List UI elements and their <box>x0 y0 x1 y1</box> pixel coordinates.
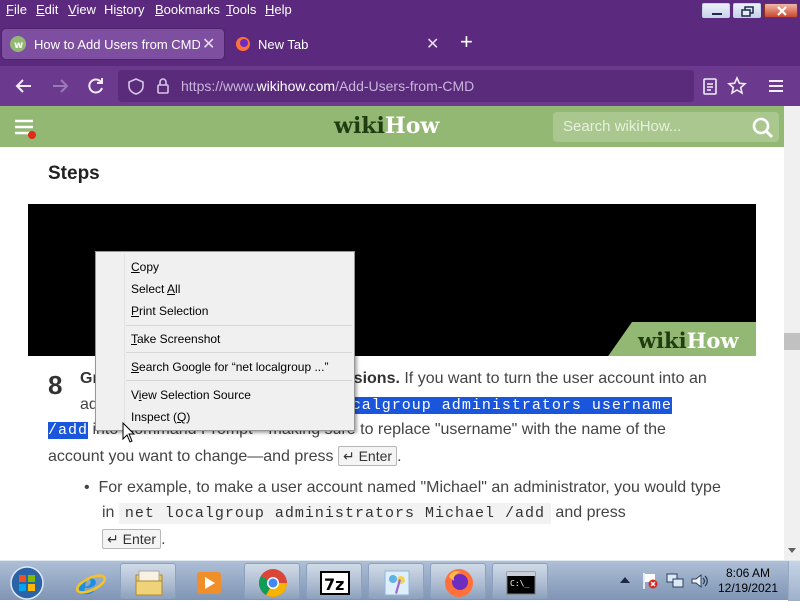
context-select-all[interactable]: Select All <box>131 282 180 296</box>
show-hidden-icons-icon[interactable] <box>620 576 630 584</box>
enter-key: ↵ Enter <box>337 446 398 466</box>
tab-title: New Tab <box>258 37 309 52</box>
start-orb <box>10 566 44 600</box>
firefox-icon <box>235 36 251 52</box>
search-placeholder: Search wikiHow... <box>563 118 682 135</box>
mouse-cursor-icon <box>122 422 136 443</box>
context-take-screenshot[interactable]: Take Screenshot <box>131 332 220 346</box>
tab-new-tab[interactable]: New Tab ✕ <box>226 29 444 59</box>
network-icon[interactable] <box>666 572 684 590</box>
menu-separator <box>126 325 352 326</box>
menu-edit[interactable]: Edit <box>36 2 58 17</box>
cmd-icon: C:\_ <box>506 571 536 595</box>
menu-gutter <box>124 254 125 428</box>
context-search-google[interactable]: Search Google for “net localgroup ...” <box>131 360 328 374</box>
tab-wikihow[interactable]: w How to Add Users from CMD: 8 ✕ <box>2 29 224 59</box>
menu-tools[interactable]: Tools <box>226 2 256 17</box>
paint-icon <box>384 570 410 596</box>
minimize-button[interactable] <box>702 3 730 18</box>
url-bar[interactable]: https://www.wikihow.com/Add-Users-from-C… <box>118 70 694 102</box>
taskbar-file-explorer[interactable] <box>120 563 176 599</box>
wikihow-watermark: wikiHow <box>638 328 739 353</box>
firefox-icon <box>445 569 473 597</box>
tab-strip: w How to Add Users from CMD: 8 ✕ New Tab… <box>0 20 800 66</box>
menu-separator <box>126 352 352 353</box>
taskbar-media-player[interactable] <box>180 563 236 599</box>
media-player-icon <box>197 572 221 594</box>
svg-text:w: w <box>14 40 23 51</box>
lock-icon[interactable] <box>156 77 170 95</box>
step-number: 8 <box>48 370 63 400</box>
page-scrollbar[interactable] <box>784 106 800 560</box>
taskbar-firefox[interactable] <box>430 563 486 599</box>
clock-time: 8:06 AM <box>725 566 771 580</box>
bookmark-star-icon[interactable] <box>727 76 747 96</box>
bullet-line-2: in net localgroup administrators Michael… <box>102 503 626 524</box>
taskbar-cmd[interactable]: C:\_ <box>492 563 548 599</box>
taskbar: e 7z C:\_ 8:06 AM 12/19/2021 <box>0 560 800 601</box>
step-text-line-4: account you want to change—and press ↵ E… <box>48 446 402 466</box>
menu-bookmarks[interactable]: Bookmarks <box>155 2 220 17</box>
steps-heading: Steps <box>48 163 100 184</box>
bullet-item: • For example, to make a user account na… <box>84 479 721 496</box>
wikihow-logo[interactable]: wikiHow <box>334 113 439 139</box>
svg-text:C:\_: C:\_ <box>510 579 529 588</box>
minimize-icon <box>712 13 722 15</box>
taskbar-7zip[interactable]: 7z <box>306 563 362 599</box>
menu-help[interactable]: Help <box>265 2 292 17</box>
wikihow-favicon: w <box>10 36 26 52</box>
taskbar-internet-explorer[interactable]: e <box>62 563 118 599</box>
tab-title: How to Add Users from CMD: 8 <box>34 37 200 52</box>
selected-code[interactable]: calgroup administrators username <box>351 397 672 414</box>
bullet-line-3: ↵ Enter. <box>102 527 166 553</box>
chrome-icon <box>259 569 287 597</box>
volume-icon[interactable] <box>690 572 708 590</box>
url-text: https://www.wikihow.com/Add-Users-from-C… <box>181 78 475 94</box>
menu-file[interactable]: File <box>6 2 27 17</box>
close-window-button[interactable] <box>764 3 798 18</box>
start-button[interactable] <box>0 563 52 600</box>
7zip-icon: 7z <box>320 571 350 595</box>
navigation-bar: https://www.wikihow.com/Add-Users-from-C… <box>0 66 800 106</box>
tab-close-icon[interactable]: ✕ <box>426 34 439 54</box>
internet-explorer-icon: e <box>75 567 107 599</box>
menu-bar: File Edit View History Bookmarks Tools H… <box>0 0 800 20</box>
new-tab-button[interactable]: + <box>460 31 473 53</box>
back-icon[interactable] <box>14 76 34 96</box>
menu-history[interactable]: History <box>104 2 144 17</box>
restore-icon <box>741 6 754 17</box>
reload-icon[interactable] <box>86 76 106 96</box>
file-explorer-icon <box>135 570 163 596</box>
menu-separator <box>126 380 352 381</box>
hamburger-menu-icon[interactable] <box>766 76 786 96</box>
code-snippet: net localgroup administrators Michael /a… <box>118 503 551 524</box>
action-center-flag-icon[interactable] <box>642 572 658 590</box>
context-inspect[interactable]: Inspect (Q) <box>131 410 190 424</box>
reader-view-icon[interactable] <box>700 76 720 96</box>
context-copy[interactable]: Copy <box>131 260 159 274</box>
clock-date: 12/19/2021 <box>717 581 779 595</box>
tab-close-icon[interactable]: ✕ <box>202 34 215 54</box>
close-icon <box>777 6 787 16</box>
forward-icon[interactable] <box>50 76 70 96</box>
taskbar-chrome[interactable] <box>244 563 300 599</box>
wikihow-header: wikiHow Search wikiHow... <box>0 106 784 147</box>
system-clock[interactable]: 8:06 AM 12/19/2021 <box>716 566 780 596</box>
selected-code-end[interactable]: /add <box>48 422 89 439</box>
taskbar-paint[interactable] <box>368 563 424 599</box>
context-menu: Copy Select All Print Selection Take Scr… <box>95 251 355 431</box>
enter-key: ↵ Enter <box>102 529 162 549</box>
context-view-selection-source[interactable]: View Selection Source <box>131 388 251 402</box>
restore-button[interactable] <box>733 3 761 18</box>
wikihow-menu-icon[interactable] <box>14 117 38 139</box>
wikihow-search-input[interactable]: Search wikiHow... <box>553 112 779 142</box>
svg-text:7z: 7z <box>324 575 344 594</box>
context-print-selection[interactable]: Print Selection <box>131 304 208 318</box>
scrollbar-thumb[interactable] <box>784 333 800 350</box>
shield-icon[interactable] <box>128 78 144 95</box>
menu-view[interactable]: View <box>68 2 96 17</box>
show-desktop-button[interactable] <box>788 561 800 601</box>
search-icon[interactable] <box>752 117 774 139</box>
scroll-down-arrow-icon[interactable] <box>788 546 796 554</box>
